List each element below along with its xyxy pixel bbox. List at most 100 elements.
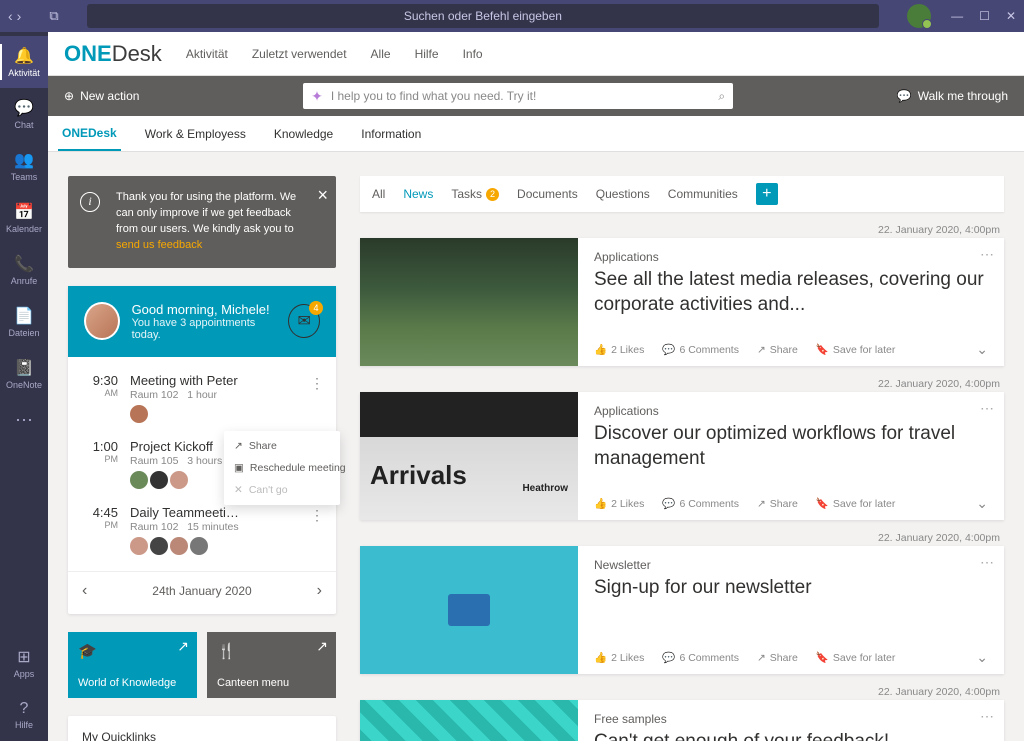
comments-button[interactable]: 💬 6 Comments xyxy=(662,651,739,664)
likes-button[interactable]: 👍 2 Likes xyxy=(594,343,644,356)
next-day-button[interactable]: › xyxy=(317,582,322,600)
prev-day-button[interactable]: ‹ xyxy=(82,582,87,600)
graduation-icon: 🎓 xyxy=(78,643,97,660)
minimize-button[interactable]: — xyxy=(951,9,963,23)
card-more-button[interactable]: ⋯ xyxy=(980,400,994,417)
ctx-reschedule[interactable]: ▣Reschedule meeting xyxy=(224,457,340,479)
card-headline: Sign-up for our newsletter xyxy=(594,576,988,601)
ctx-share[interactable]: ↗Share xyxy=(224,435,340,457)
appt-more-button[interactable]: ⋮ xyxy=(310,375,324,392)
greeting-hello: Good morning, Michele! xyxy=(132,302,277,317)
appt-time: 1:00 xyxy=(82,439,118,454)
close-window-button[interactable]: ✕ xyxy=(1006,9,1016,23)
calendar-icon: ▣ xyxy=(234,462,244,474)
comments-button[interactable]: 💬 6 Comments xyxy=(662,497,739,510)
walk-me-through-button[interactable]: 💬Walk me through xyxy=(897,89,1008,103)
tab-work-employees[interactable]: Work & Employess xyxy=(141,116,250,151)
appt-more-button[interactable]: ⋮ xyxy=(310,507,324,524)
help-search-input[interactable]: ✦ I help you to find what you need. Try … xyxy=(303,83,733,109)
share-button[interactable]: ↗ Share xyxy=(757,344,798,356)
add-filter-button[interactable]: + xyxy=(756,183,778,205)
rail-chat[interactable]: 💬Chat xyxy=(0,88,48,140)
save-button[interactable]: 🔖 Save for later xyxy=(816,343,896,356)
filter-questions[interactable]: Questions xyxy=(596,187,650,201)
calendar-icon: 📅 xyxy=(14,202,34,222)
header-link-info[interactable]: Info xyxy=(463,47,483,61)
rail-label: Teams xyxy=(11,172,38,182)
phone-icon: 📞 xyxy=(14,254,34,274)
header-link-activity[interactable]: Aktivität xyxy=(186,47,228,61)
attendee-avatar xyxy=(130,405,148,423)
filter-news[interactable]: News xyxy=(403,187,433,201)
expand-icon[interactable]: ⌄ xyxy=(976,495,988,512)
comments-button[interactable]: 💬 6 Comments xyxy=(662,343,739,356)
feed-card[interactable]: Applications See all the latest media re… xyxy=(360,238,1004,366)
card-more-button[interactable]: ⋯ xyxy=(980,708,994,725)
popout-icon[interactable]: ⧉ xyxy=(49,8,58,24)
rail-calls[interactable]: 📞 Anrufe xyxy=(0,244,48,296)
mail-button[interactable]: ✉ 4 xyxy=(288,304,320,338)
rail-files[interactable]: 📄Dateien xyxy=(0,296,48,348)
rail-label: Anrufe xyxy=(11,276,38,286)
help-icon: ? xyxy=(20,700,29,718)
card-headline: See all the latest media releases, cover… xyxy=(594,268,988,317)
tab-knowledge[interactable]: Knowledge xyxy=(270,116,337,151)
back-button[interactable]: ‹ xyxy=(8,8,13,24)
feed-card[interactable]: Free samples Can't get enough of your fe… xyxy=(360,700,1004,741)
appt-time: 4:45 xyxy=(82,505,118,520)
filter-tasks[interactable]: Tasks2 xyxy=(451,187,499,201)
onenote-icon: 📓 xyxy=(14,358,34,378)
mail-badge: 4 xyxy=(309,301,323,315)
header-link-help[interactable]: Hilfe xyxy=(415,47,439,61)
rail-apps[interactable]: ⊞Apps xyxy=(0,637,48,689)
share-button[interactable]: ↗ Share xyxy=(757,652,798,664)
filter-all[interactable]: All xyxy=(372,187,385,201)
appointment-row[interactable]: 1:00PM Project Kickoff Raum 105 3 hours … xyxy=(68,431,336,497)
onedesk-logo[interactable]: ONEDesk xyxy=(64,41,162,67)
forward-button[interactable]: › xyxy=(17,8,22,24)
card-more-button[interactable]: ⋯ xyxy=(980,246,994,263)
appointment-row[interactable]: 9:30AM Meeting with Peter Raum 102 1 hou… xyxy=(68,365,336,431)
filter-communities[interactable]: Communities xyxy=(668,187,738,201)
card-more-button[interactable]: ⋯ xyxy=(980,554,994,571)
tab-onedesk[interactable]: ONEDesk xyxy=(58,116,121,151)
tile-knowledge[interactable]: 🎓 ↗ World of Knowledge xyxy=(68,632,197,698)
likes-button[interactable]: 👍 2 Likes xyxy=(594,651,644,664)
tile-canteen[interactable]: 🍴 ↗ Canteen menu xyxy=(207,632,336,698)
expand-icon[interactable]: ⌄ xyxy=(976,341,988,358)
share-button[interactable]: ↗ Share xyxy=(757,498,798,510)
user-avatar[interactable] xyxy=(907,4,931,28)
feedback-banner: i × Thank you for using the platform. We… xyxy=(68,176,336,268)
filter-documents[interactable]: Documents xyxy=(517,187,578,201)
rail-more[interactable]: ⋯ xyxy=(15,400,33,441)
close-banner-button[interactable]: × xyxy=(317,182,328,208)
header-link-all[interactable]: Alle xyxy=(371,47,391,61)
card-thumbnail xyxy=(360,700,578,741)
new-action-button[interactable]: ⊕New action xyxy=(64,89,139,103)
feed-card[interactable]: Arrivals Heathrow Applications Discover … xyxy=(360,392,1004,520)
rail-help[interactable]: ?Hilfe xyxy=(0,689,48,741)
rail-calendar[interactable]: 📅Kalender xyxy=(0,192,48,244)
header-link-recent[interactable]: Zuletzt verwendet xyxy=(252,47,347,61)
chat-icon: 💬 xyxy=(14,98,34,118)
save-button[interactable]: 🔖 Save for later xyxy=(816,651,896,664)
save-button[interactable]: 🔖 Save for later xyxy=(816,497,896,510)
card-thumbnail xyxy=(360,546,578,674)
rail-label: Apps xyxy=(14,669,35,679)
appt-time: 9:30 xyxy=(82,373,118,388)
rail-activity[interactable]: 🔔Aktivität xyxy=(0,36,48,88)
rail-onenote[interactable]: 📓OneNote xyxy=(0,348,48,400)
tab-information[interactable]: Information xyxy=(357,116,425,151)
rail-teams[interactable]: 👥Teams xyxy=(0,140,48,192)
expand-icon[interactable]: ⌄ xyxy=(976,649,988,666)
file-icon: 📄 xyxy=(14,306,34,326)
x-icon: ✕ xyxy=(234,484,243,496)
appointment-row[interactable]: 4:45PM Daily Teammeeti… Raum 102 15 minu… xyxy=(68,497,336,563)
search-icon: ⌕ xyxy=(718,89,725,104)
likes-button[interactable]: 👍 2 Likes xyxy=(594,497,644,510)
maximize-button[interactable]: ☐ xyxy=(979,9,990,23)
onedesk-header: ONEDesk Aktivität Zuletzt verwendet Alle… xyxy=(48,32,1024,76)
feedback-link[interactable]: send us feedback xyxy=(116,239,202,251)
global-search[interactable]: Suchen oder Befehl eingeben xyxy=(87,4,880,28)
feed-card[interactable]: Newsletter Sign-up for our newsletter 👍 … xyxy=(360,546,1004,674)
